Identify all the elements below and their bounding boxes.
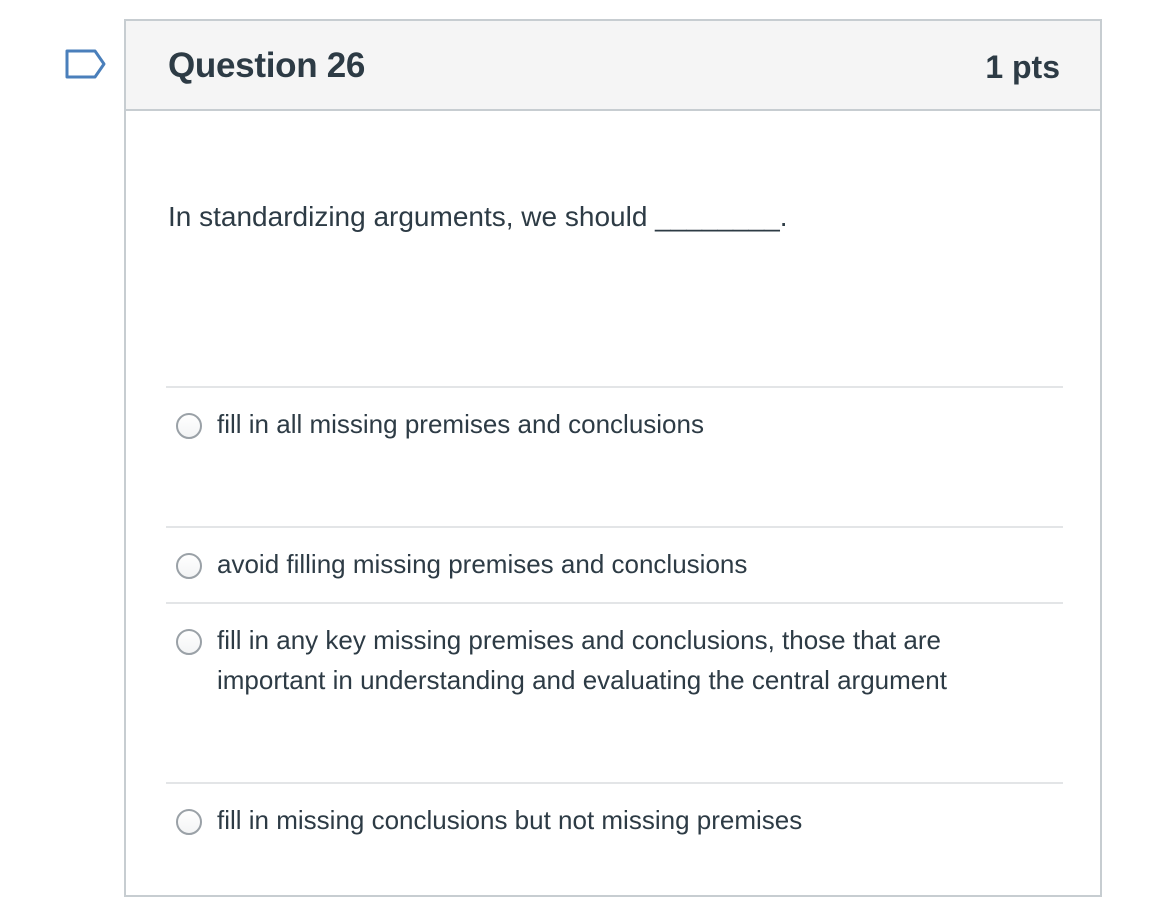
question-text: In standardizing arguments, we should __…	[168, 201, 788, 232]
answer-radio-1[interactable]	[176, 413, 202, 439]
answer-label-1: fill in all missing premises and conclus…	[217, 409, 704, 439]
answer-label-3: fill in any key missing premises and con…	[217, 625, 947, 695]
flag-question-icon[interactable]	[64, 48, 108, 80]
question-points: 1 pts	[985, 49, 1060, 85]
answer-option-1[interactable]: fill in all missing premises and conclus…	[166, 386, 1063, 526]
question-header: Question 26 1 pts	[126, 21, 1100, 111]
question-card: Question 26 1 pts In standardizing argum…	[124, 19, 1102, 897]
answer-option-3[interactable]: fill in any key missing premises and con…	[166, 602, 1063, 782]
answer-option-2[interactable]: avoid filling missing premises and concl…	[166, 526, 1063, 602]
answer-radio-2[interactable]	[176, 553, 202, 579]
answer-radio-4[interactable]	[176, 809, 202, 835]
question-title: Question 26	[168, 46, 366, 85]
answer-radio-3[interactable]	[176, 629, 202, 655]
answer-label-2: avoid filling missing premises and concl…	[217, 549, 748, 579]
answer-option-4[interactable]: fill in missing conclusions but not miss…	[166, 782, 1063, 882]
answer-label-4: fill in missing conclusions but not miss…	[217, 805, 803, 835]
